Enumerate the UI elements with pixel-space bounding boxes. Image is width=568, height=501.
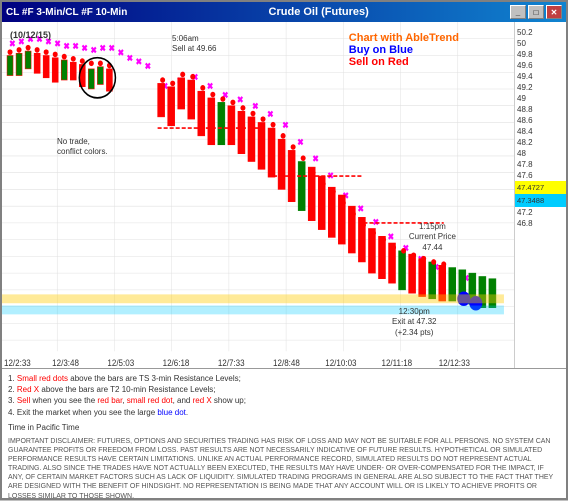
time-note: Time in Pacific Time [8,422,560,433]
y-label: 49 [515,93,566,104]
svg-text:×: × [268,108,273,119]
note-item-2: 2. Red X above the bars are T2 10-min Re… [8,384,560,395]
y-label: 50.2 [515,27,566,38]
svg-text:12/12:33: 12/12:33 [439,357,471,368]
y-label: 46.8 [515,218,566,229]
y-label: 48.6 [515,115,566,126]
y-label: 48.4 [515,126,566,137]
note-item-4: 4. Exit the market when you see the larg… [8,407,560,418]
svg-text:12/11:18: 12/11:18 [381,357,412,368]
svg-text:×: × [46,36,51,47]
maximize-button[interactable]: □ [528,5,544,19]
svg-text:12/2:33: 12/2:33 [4,357,31,368]
svg-text:×: × [137,56,142,67]
main-window: CL #F 3-Min/CL #F 10-Min Crude Oil (Futu… [0,0,568,500]
y-label: 47.2 [515,207,566,218]
close-button[interactable]: ✕ [546,5,562,19]
svg-text:×: × [238,94,243,105]
svg-text:×: × [146,60,151,71]
window-controls: _ □ ✕ [510,5,562,19]
svg-text:×: × [19,36,24,47]
svg-text:×: × [358,203,363,214]
note-item-1: 1. Small red dots above the bars are TS … [8,373,560,384]
svg-text:×: × [55,38,60,49]
svg-text:×: × [82,43,87,54]
svg-text:×: × [28,34,33,45]
y-label: 49.4 [515,71,566,82]
y-label: 47.8 [515,159,566,170]
svg-text:×: × [313,153,318,164]
y-label: 50 [515,38,566,49]
y-label: 48.8 [515,104,566,115]
note4-blue: blue dot [157,408,185,417]
y-label-highlight2: 47.3488 [515,194,566,207]
y-label: 48 [515,148,566,159]
svg-text:×: × [73,40,78,51]
y-axis-right: 50.2 50 49.8 49.6 49.4 49.2 49 48.8 48.6… [514,22,566,368]
y-label: 48.2 [515,137,566,148]
svg-text:×: × [298,136,303,147]
svg-text:×: × [64,40,69,51]
note2-red: Red X [17,385,39,394]
note3-sell: Sell [17,396,30,405]
y-label: 49.2 [515,82,566,93]
svg-text:×: × [100,43,105,54]
svg-text:×: × [109,43,114,54]
note3-small-dot: small red dot [127,396,173,405]
notes-column: 1. Small red dots above the bars are TS … [8,373,560,433]
svg-text:×: × [118,47,123,58]
svg-text:×: × [373,217,378,228]
note1-red: Small red dots [17,374,68,383]
svg-text:12/5:03: 12/5:03 [107,357,134,368]
note3-red-x: red X [193,396,212,405]
minimize-button[interactable]: _ [510,5,526,19]
svg-text:×: × [208,81,213,92]
svg-text:12/10:03: 12/10:03 [325,357,357,368]
svg-text:×: × [10,38,15,49]
svg-text:×: × [37,34,42,45]
chart-container: × × × × × × × × × × × × × × × [2,22,514,368]
svg-text:×: × [253,101,258,112]
y-label: 49.6 [515,60,566,71]
y-label-highlight1: 47.4727 [515,181,566,194]
svg-text:12/3:48: 12/3:48 [52,357,79,368]
note-item-3: 3. Sell when you see the red bar, small … [8,395,560,406]
content-area: × × × × × × × × × × × × × × × [2,22,566,498]
title-left: CL #F 3-Min/CL #F 10-Min [6,7,127,18]
note3-red-bar: red bar [97,396,122,405]
y-label: 47.6 [515,170,566,181]
chart-svg: × × × × × × × × × × × × × × × [2,22,514,368]
svg-text:×: × [91,45,96,56]
chart-area: × × × × × × × × × × × × × × × [2,22,566,368]
bottom-panel: 1. Small red dots above the bars are TS … [2,368,566,498]
svg-text:12/7:33: 12/7:33 [218,357,245,368]
title-bar: CL #F 3-Min/CL #F 10-Min Crude Oil (Futu… [2,2,566,22]
svg-text:×: × [389,231,394,242]
chart-notes: 1. Small red dots above the bars are TS … [8,373,560,433]
svg-text:12/8:48: 12/8:48 [273,357,300,368]
title-center: Crude Oil (Futures) [127,6,510,18]
svg-text:×: × [328,170,333,181]
svg-text:12/6:18: 12/6:18 [163,357,190,368]
svg-text:×: × [283,120,288,131]
svg-text:×: × [127,53,132,64]
disclaimer-text: IMPORTANT DISCLAIMER: FUTURES, OPTIONS A… [8,437,560,501]
y-label: 49.8 [515,49,566,60]
